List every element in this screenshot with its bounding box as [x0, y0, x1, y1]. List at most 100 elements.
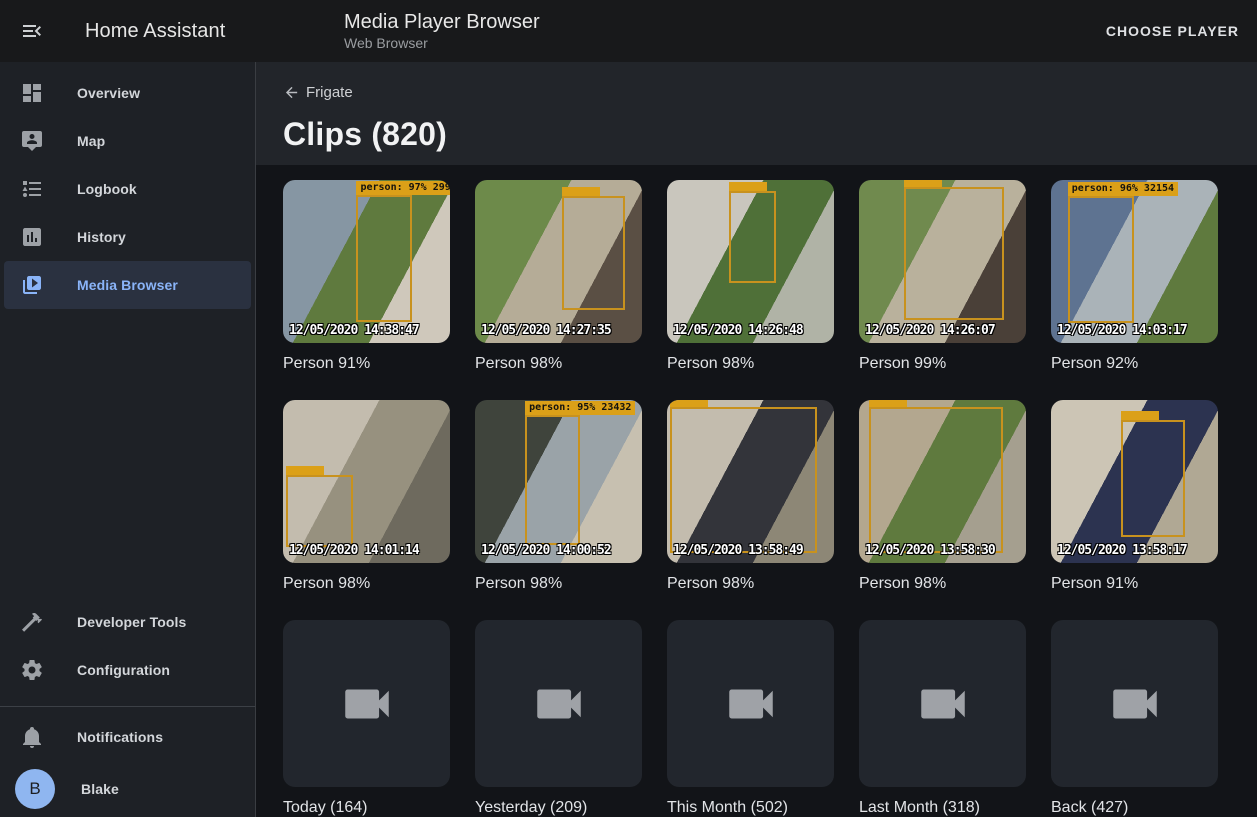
clip-timestamp: 12/05/2020 14:38:47	[289, 323, 419, 338]
sidebar-item-developer-tools[interactable]: Developer Tools	[4, 598, 251, 646]
clip-caption: Person 98%	[667, 575, 834, 593]
detection-bbox	[1121, 420, 1184, 537]
clips-grid: person: 97% 29988 12/05/2020 14:38:47 Pe…	[283, 180, 1233, 817]
clip-card[interactable]: person: 97% 29988 12/05/2020 14:38:47 Pe…	[283, 180, 450, 373]
breadcrumb[interactable]: Frigate	[283, 84, 353, 101]
sidebar-item-logbook[interactable]: Logbook	[4, 165, 251, 213]
clip-caption: Person 98%	[859, 575, 1026, 593]
clip-caption: Person 99%	[859, 355, 1026, 373]
clip-card[interactable]: 12/05/2020 14:26:48 Person 98%	[667, 180, 834, 373]
clip-card[interactable]: 12/05/2020 13:58:30 Person 98%	[859, 400, 1026, 593]
detection-bbox	[869, 407, 1003, 554]
clip-thumbnail: 12/05/2020 14:26:48	[667, 180, 834, 343]
detection-bbox	[286, 475, 353, 547]
arrow-left-icon	[283, 84, 300, 101]
media-browser-header: Frigate Clips (820)	[256, 62, 1257, 165]
clip-card[interactable]: person: 96% 32154 12/05/2020 14:03:17 Pe…	[1051, 180, 1218, 373]
clip-timestamp: 12/05/2020 13:58:17	[1057, 543, 1187, 558]
folder-thumbnail	[1051, 620, 1218, 787]
clip-card[interactable]: 12/05/2020 14:01:14 Person 98%	[283, 400, 450, 593]
folder-thumbnail	[667, 620, 834, 787]
detection-bbox	[356, 195, 411, 322]
clip-timestamp: 12/05/2020 14:26:48	[673, 323, 803, 338]
clip-card[interactable]: 12/05/2020 13:58:17 Person 91%	[1051, 400, 1218, 593]
clip-thumbnail: 12/05/2020 14:01:14	[283, 400, 450, 563]
folder-label: Back (427)	[1051, 799, 1218, 817]
sidebar-spacer	[0, 309, 255, 598]
sidebar-item-label: Overview	[77, 85, 140, 101]
detection-bbox	[525, 415, 580, 545]
clip-thumbnail: 12/05/2020 14:27:35	[475, 180, 642, 343]
clips-content: person: 97% 29988 12/05/2020 14:38:47 Pe…	[256, 165, 1257, 817]
topbar-sidebar-section: Home Assistant	[0, 7, 256, 55]
folder-thumbnail	[475, 620, 642, 787]
clip-timestamp: 12/05/2020 14:03:17	[1057, 323, 1187, 338]
app-title: Home Assistant	[85, 20, 225, 43]
folder-thumbnail	[859, 620, 1026, 787]
video-icon	[722, 675, 780, 733]
media-player-title: Media Player Browser	[344, 10, 540, 34]
folder-card-last-month[interactable]: Last Month (318)	[859, 620, 1026, 817]
video-icon	[338, 675, 396, 733]
sidebar-item-history[interactable]: History	[4, 213, 251, 261]
sidebar-item-label: Developer Tools	[77, 614, 186, 630]
chart-box-icon	[20, 225, 44, 249]
gear-icon	[20, 658, 44, 682]
clip-timestamp: 12/05/2020 13:58:30	[865, 543, 995, 558]
bell-icon	[20, 725, 44, 749]
clip-caption: Person 91%	[1051, 575, 1218, 593]
clip-timestamp: 12/05/2020 13:58:49	[673, 543, 803, 558]
choose-player-button[interactable]: CHOOSE PLAYER	[1092, 13, 1253, 49]
detection-bbox	[1068, 196, 1135, 323]
top-app-bar: Home Assistant Media Player Browser Web …	[0, 0, 1257, 62]
clip-card[interactable]: 12/05/2020 14:26:07 Person 99%	[859, 180, 1026, 373]
sidebar-item-media-browser[interactable]: Media Browser	[4, 261, 251, 309]
sidebar: Overview Map Logbook History Med	[0, 62, 256, 817]
hammer-icon	[20, 610, 44, 634]
tooltip-account-icon	[20, 129, 44, 153]
play-box-multiple-icon	[20, 273, 44, 297]
detection-label: person: 95% 23432	[525, 401, 635, 415]
clip-thumbnail: 12/05/2020 13:58:17	[1051, 400, 1218, 563]
page-header-block: Media Player Browser Web Browser	[344, 10, 540, 52]
clip-card[interactable]: person: 95% 23432 12/05/2020 14:00:52 Pe…	[475, 400, 642, 593]
clip-timestamp: 12/05/2020 14:27:35	[481, 323, 611, 338]
main-panel: Frigate Clips (820) person: 97% 29988 12…	[256, 62, 1257, 817]
clip-caption: Person 98%	[667, 355, 834, 373]
sidebar-item-label: Logbook	[77, 181, 137, 197]
folder-card-today[interactable]: Today (164)	[283, 620, 450, 817]
sidebar-item-overview[interactable]: Overview	[4, 69, 251, 117]
folder-label: Yesterday (209)	[475, 799, 642, 817]
folder-card-this-month[interactable]: This Month (502)	[667, 620, 834, 817]
sidebar-item-map[interactable]: Map	[4, 117, 251, 165]
clip-caption: Person 98%	[475, 575, 642, 593]
sidebar-item-user[interactable]: B Blake	[4, 761, 251, 817]
folder-card-back[interactable]: Back (427)	[1051, 620, 1218, 817]
clip-card[interactable]: 12/05/2020 13:58:49 Person 98%	[667, 400, 834, 593]
sidebar-item-label: History	[77, 229, 126, 245]
detection-label: person: 97% 29988	[356, 181, 450, 195]
media-player-subtitle: Web Browser	[344, 34, 540, 52]
detection-mini-label	[670, 400, 708, 407]
clip-caption: Person 98%	[475, 355, 642, 373]
folder-label: Today (164)	[283, 799, 450, 817]
sidebar-item-configuration[interactable]: Configuration	[4, 646, 251, 694]
clip-thumbnail: person: 97% 29988 12/05/2020 14:38:47	[283, 180, 450, 343]
clip-timestamp: 12/05/2020 14:01:14	[289, 543, 419, 558]
menu-open-button[interactable]	[8, 7, 56, 55]
detection-mini-label	[1121, 411, 1159, 420]
clip-caption: Person 92%	[1051, 355, 1218, 373]
folder-card-yesterday[interactable]: Yesterday (209)	[475, 620, 642, 817]
sidebar-item-notifications[interactable]: Notifications	[4, 713, 251, 761]
detection-label: person: 96% 32154	[1068, 182, 1178, 196]
folder-label: This Month (502)	[667, 799, 834, 817]
sidebar-item-label: Map	[77, 133, 105, 149]
clip-timestamp: 12/05/2020 14:00:52	[481, 543, 611, 558]
detection-bbox	[562, 196, 625, 310]
clip-timestamp: 12/05/2020 14:26:07	[865, 323, 995, 338]
detection-bbox	[670, 407, 817, 554]
folder-label: Last Month (318)	[859, 799, 1026, 817]
clip-card[interactable]: 12/05/2020 14:27:35 Person 98%	[475, 180, 642, 373]
sidebar-item-label: Notifications	[77, 729, 163, 745]
detection-mini-label	[286, 466, 324, 475]
